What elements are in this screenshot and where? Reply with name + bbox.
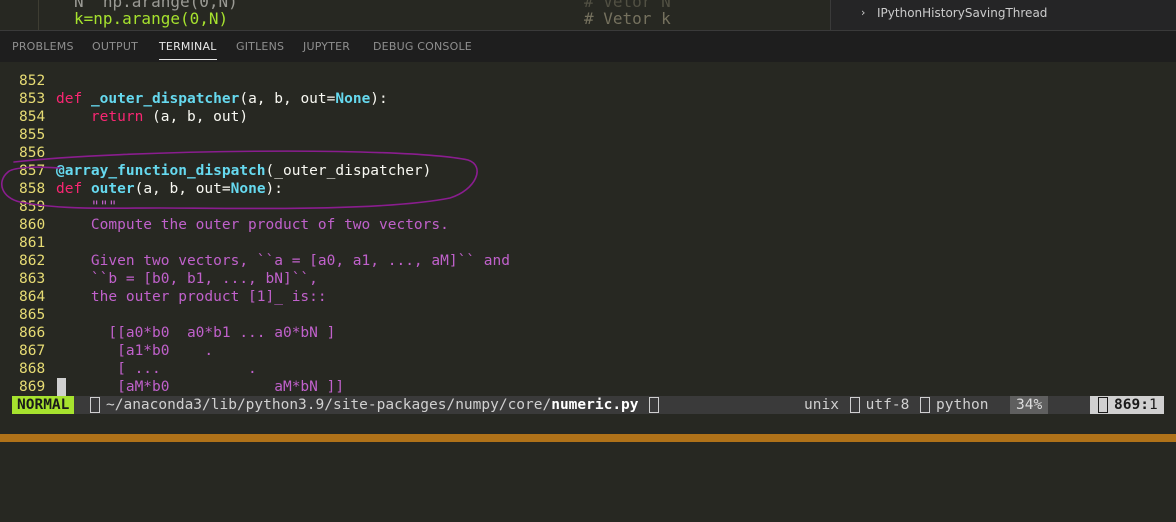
cursor [57,378,66,396]
chevron-right-icon[interactable]: › [861,6,865,19]
thread-item-label[interactable]: IPythonHistorySavingThread [877,6,1047,20]
separator-glyph-icon [1098,397,1108,413]
code-text: def _outer_dispatcher(a, b, out=None): [56,91,388,107]
scroll-percent: 34% [1010,396,1049,414]
line-number: 855 [19,127,46,143]
line-number: 865 [19,307,46,323]
file-path: ~/anaconda3/lib/python3.9/site-packages/… [88,396,665,414]
cursor-col: 1 [1148,397,1158,413]
line-number: 852 [19,73,46,89]
terminal-line: 865 [19,306,56,324]
call-stack-panel: › IPythonHistorySavingThread [830,0,1176,30]
file-info: unix utf-8 python [804,396,988,414]
separator-glyph-icon [90,397,100,413]
terminal-line: 868 [ ... . [19,360,257,378]
cursor-line: 869 [1114,397,1141,413]
terminal-view[interactable]: 852 853 def _outer_dispatcher(a, b, out=No… [0,62,1176,442]
separator-glyph-icon [849,397,860,413]
terminal-line: 866 [[a0*b0 a0*b1 ... a0*bN ] [19,324,335,342]
terminal-line: 861 [19,234,56,252]
code-text: k=np.arange(0,N) [74,9,229,28]
terminal-line: 853 def _outer_dispatcher(a, b, out=None)… [19,90,388,108]
editor-gutter-divider [38,0,39,30]
code-text: ``b = [b0, b1, ..., bN]``, [56,271,318,287]
tab-jupyter[interactable]: JUPYTER [303,40,350,53]
file-format: unix [804,397,839,413]
line-number: 869 [19,379,46,395]
line-number: 867 [19,343,46,359]
line-number: 862 [19,253,46,269]
vscode-status-bar [0,434,1176,442]
separator-glyph-icon [649,397,660,413]
line-number: 864 [19,289,46,305]
line-number: 854 [19,109,46,125]
tab-output[interactable]: OUTPUT [92,40,138,53]
terminal-line: 867 [a1*b0 . [19,342,213,360]
line-number: 861 [19,235,46,251]
tab-terminal[interactable]: TERMINAL [159,40,217,60]
file-type: python [936,397,989,413]
hand-drawn-ellipse-annotation [0,150,478,210]
vim-mode-badge: NORMAL [12,396,75,414]
line-number: 863 [19,271,46,287]
file-name: numeric.py [551,397,639,413]
terminal-line: 855 [19,126,56,144]
editor-code-comment: # Vetor k [584,9,671,28]
code-text: Given two vectors, ``a = [a0, a1, ..., a… [56,253,510,269]
separator-glyph-icon [920,397,931,413]
tab-debug-console[interactable]: DEBUG CONSOLE [373,40,472,53]
tab-problems[interactable]: PROBLEMS [12,40,74,53]
code-text: [[a0*b0 a0*b1 ... a0*bN ] [56,325,336,341]
cursor-position: 869:1 [1090,396,1164,414]
code-text: return (a, b, out) [90,109,249,125]
terminal-line: 852 [19,72,56,90]
panel-tab-bar: PROBLEMS OUTPUT TERMINAL GITLENS JUPYTER… [0,30,1176,63]
terminal-line: 869 [aM*b0 aM*bN ]] [19,378,344,396]
editor-strip: N np.arange(0,N) # Vetor N k=np.arange(0… [0,0,830,30]
code-text: the outer product [1]_ is:: [56,289,327,305]
file-encoding: utf-8 [865,397,910,413]
terminal-line: 863 ``b = [b0, b1, ..., bN]``, [19,270,318,288]
code-text: [a1*b0 . [56,343,214,359]
code-text: [ ... . [56,361,257,377]
terminal-line: 854 return (a, b, out) [19,108,248,126]
terminal-line: 862 Given two vectors, ``a = [a0, a1, ..… [19,252,510,270]
editor-code-line[interactable]: k=np.arange(0,N) [74,9,228,28]
tab-gitlens[interactable]: GITLENS [236,40,284,53]
line-number: 853 [19,91,46,107]
terminal-line: 864 the outer product [1]_ is:: [19,288,327,306]
line-number: 866 [19,325,46,341]
vim-statusline: NORMAL ~/anaconda3/lib/python3.9/site-pa… [12,396,1164,414]
code-text: [aM*b0 aM*bN ]] [56,379,345,395]
path-prefix: ~/anaconda3/lib/python3.9/site-packages/… [106,397,552,413]
line-number: 868 [19,361,46,377]
